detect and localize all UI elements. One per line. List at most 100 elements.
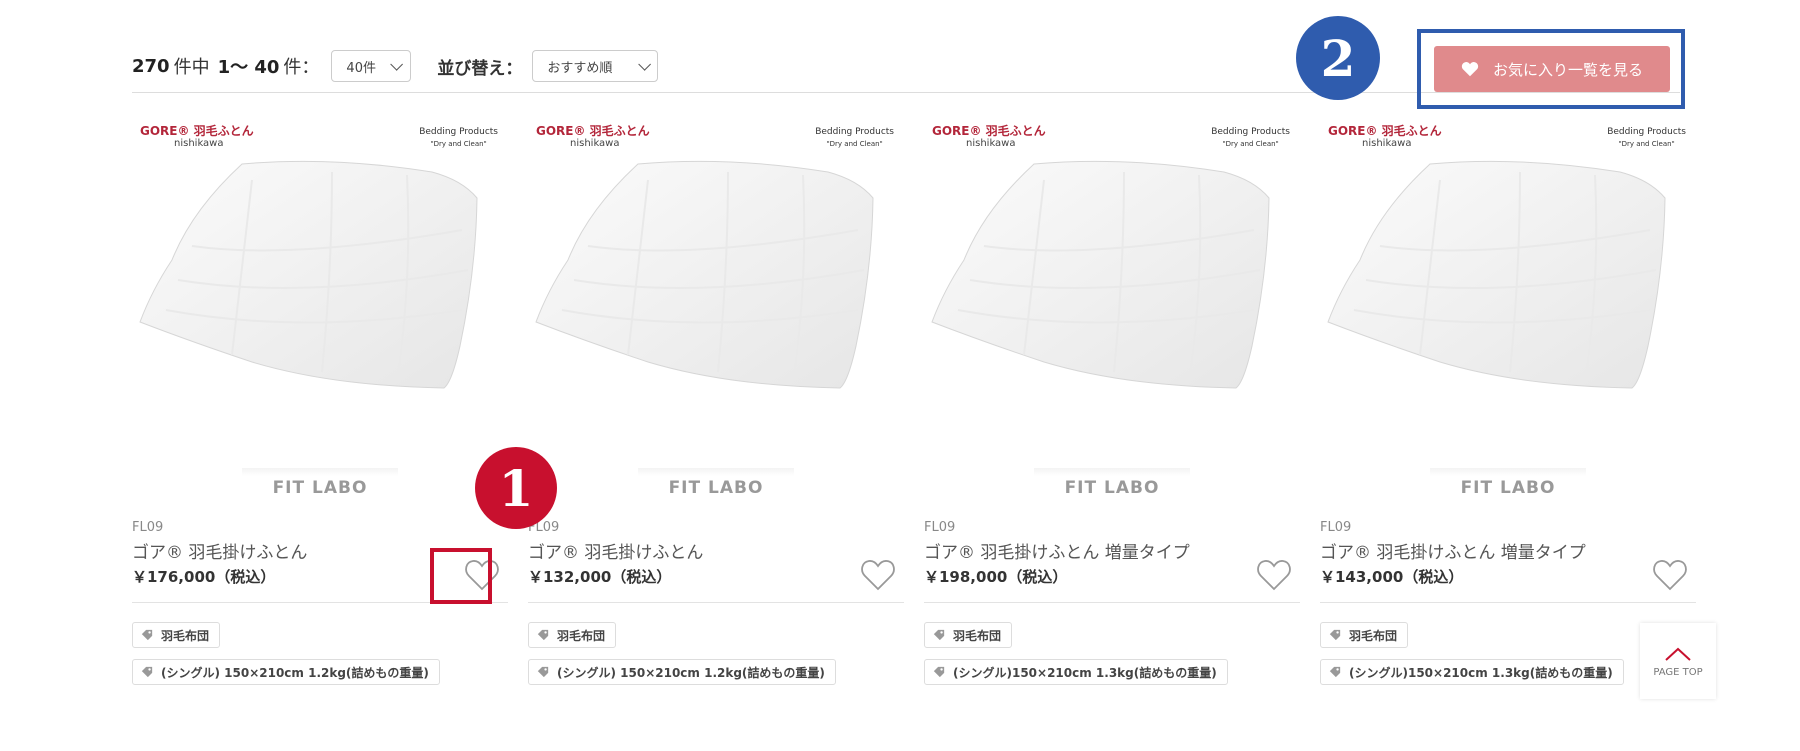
gore-logo: GORE® 羽毛ふとん [1328, 124, 1442, 138]
category-tag[interactable]: 羽毛布団 [924, 622, 1013, 648]
sort-value: おすすめ順 [547, 60, 613, 76]
duvet-image [1327, 160, 1666, 389]
tag-icon [933, 629, 945, 641]
label-shadow [1034, 468, 1190, 476]
annotation-badge-2: 2 [1296, 16, 1380, 100]
chevron-down-icon [390, 57, 403, 71]
sort-label: 並び替え： [437, 58, 523, 79]
size-tag-label: (シングル)150×210cm 1.3kg(詰めもの重量) [953, 665, 1217, 680]
favorites-highlight-frame [1417, 29, 1685, 109]
size-tag-label: (シングル)150×210cm 1.3kg(詰めもの重量) [1349, 665, 1613, 680]
fit-labo-label: FIT LABO [668, 478, 764, 498]
fit-labo-label: FIT LABO [1460, 478, 1556, 498]
bedding-products-logo: Bedding Products "Dry and Clean" [1211, 126, 1290, 150]
sort-select[interactable]: おすすめ順 [532, 50, 659, 82]
product-image[interactable]: GORE® 羽毛ふとん nishikawa Bedding Products "… [1320, 110, 1696, 410]
range-suffix: 件： [283, 57, 320, 78]
product-card[interactable]: GORE® 羽毛ふとん nishikawa Bedding Products "… [1320, 110, 1696, 690]
per-page-select[interactable]: 40件 [331, 50, 412, 82]
category-tag-label: 羽毛布団 [1349, 628, 1398, 643]
size-tag[interactable]: (シングル)150×210cm 1.3kg(詰めもの重量) [1320, 659, 1624, 685]
total-count: 270 [132, 55, 170, 77]
label-shadow [1430, 468, 1586, 476]
tag-icon [537, 666, 549, 678]
product-card[interactable]: GORE® 羽毛ふとん nishikawa Bedding Products "… [924, 110, 1300, 690]
bedding-products-text: Bedding Products [815, 127, 894, 137]
bedding-products-sub: "Dry and Clean" [1222, 140, 1279, 148]
category-tag[interactable]: 羽毛布団 [132, 622, 221, 648]
card-divider [528, 602, 904, 603]
tag-icon [537, 629, 549, 641]
per-page-value: 40件 [346, 60, 376, 76]
total-suffix: 件中 [173, 57, 210, 78]
product-price: ￥176,000（税込） [132, 568, 276, 586]
size-tag[interactable]: (シングル) 150×210cm 1.2kg(詰めもの重量) [528, 659, 836, 685]
card-divider [924, 602, 1300, 603]
product-code: FL09 [132, 520, 164, 535]
product-price: ￥132,000（税込） [528, 568, 672, 586]
favorite-heart-icon[interactable] [1256, 558, 1292, 594]
result-toolbar: 270 件中 1〜 40 件： 40件 並び替え： おすすめ順 [132, 48, 659, 84]
category-tag-label: 羽毛布団 [557, 628, 606, 643]
size-tag[interactable]: (シングル) 150×210cm 1.2kg(詰めもの重量) [132, 659, 440, 685]
product-price: ￥198,000（税込） [924, 568, 1068, 586]
product-code: FL09 [924, 520, 956, 535]
product-code: FL09 [1320, 520, 1352, 535]
category-tag[interactable]: 羽毛布団 [528, 622, 617, 648]
chevron-down-icon [638, 57, 652, 71]
favorite-heart-icon[interactable] [1652, 558, 1688, 594]
bedding-products-sub: "Dry and Clean" [1618, 140, 1675, 148]
tag-icon [141, 629, 153, 641]
duvet-image [535, 160, 874, 389]
favorite-heart-icon[interactable] [860, 558, 896, 594]
page-top-label: PAGE TOP [1653, 666, 1703, 678]
product-image[interactable]: GORE® 羽毛ふとん nishikawa Bedding Products "… [924, 110, 1300, 410]
nishikawa-logo: nishikawa [966, 138, 1016, 149]
tag-icon [141, 666, 153, 678]
chevron-up-icon [1665, 647, 1691, 661]
gore-logo: GORE® 羽毛ふとん [140, 124, 254, 138]
tag-icon [1329, 629, 1341, 641]
fit-labo-label: FIT LABO [272, 478, 368, 498]
card-divider [1320, 602, 1696, 603]
bedding-products-text: Bedding Products [1607, 127, 1686, 137]
product-image[interactable]: GORE® 羽毛ふとん nishikawa Bedding Products "… [528, 110, 904, 410]
product-name[interactable]: ゴア® 羽毛掛けふとん [132, 538, 307, 563]
category-tag-label: 羽毛布団 [953, 628, 1002, 643]
label-shadow [242, 468, 398, 476]
gore-logo: GORE® 羽毛ふとん [932, 124, 1046, 138]
product-price: ￥143,000（税込） [1320, 568, 1464, 586]
page-top-button[interactable]: PAGE TOP [1640, 623, 1716, 699]
product-name[interactable]: ゴア® 羽毛掛けふとん [528, 538, 703, 563]
fit-labo-label: FIT LABO [1064, 478, 1160, 498]
bedding-products-text: Bedding Products [419, 127, 498, 137]
nishikawa-logo: nishikawa [1362, 138, 1412, 149]
bedding-products-logo: Bedding Products "Dry and Clean" [815, 126, 894, 150]
heart-highlight-frame [430, 548, 492, 604]
category-tag[interactable]: 羽毛布団 [1320, 622, 1409, 648]
tag-icon [1329, 666, 1341, 678]
bedding-products-sub: "Dry and Clean" [826, 140, 883, 148]
bedding-products-sub: "Dry and Clean" [430, 140, 487, 148]
duvet-image [139, 160, 478, 389]
size-tag[interactable]: (シングル)150×210cm 1.3kg(詰めもの重量) [924, 659, 1228, 685]
nishikawa-logo: nishikawa [570, 138, 620, 149]
result-count: 270 件中 1〜 40 件： [132, 53, 321, 79]
bedding-products-logo: Bedding Products "Dry and Clean" [1607, 126, 1686, 150]
product-image[interactable]: GORE® 羽毛ふとん nishikawa Bedding Products "… [132, 110, 508, 410]
size-tag-label: (シングル) 150×210cm 1.2kg(詰めもの重量) [161, 665, 429, 680]
product-card[interactable]: GORE® 羽毛ふとん nishikawa Bedding Products "… [528, 110, 904, 690]
nishikawa-logo: nishikawa [174, 138, 224, 149]
tag-icon [933, 666, 945, 678]
range-count: 1〜 40 [217, 57, 280, 78]
gore-logo: GORE® 羽毛ふとん [536, 124, 650, 138]
bedding-products-text: Bedding Products [1211, 127, 1290, 137]
annotation-badge-1: 1 [475, 447, 557, 529]
category-tag-label: 羽毛布団 [161, 628, 210, 643]
bedding-products-logo: Bedding Products "Dry and Clean" [419, 126, 498, 150]
product-name[interactable]: ゴア® 羽毛掛けふとん 増量タイプ [924, 538, 1190, 563]
size-tag-label: (シングル) 150×210cm 1.2kg(詰めもの重量) [557, 665, 825, 680]
label-shadow [638, 468, 794, 476]
duvet-image [931, 160, 1270, 389]
product-name[interactable]: ゴア® 羽毛掛けふとん 増量タイプ [1320, 538, 1586, 563]
